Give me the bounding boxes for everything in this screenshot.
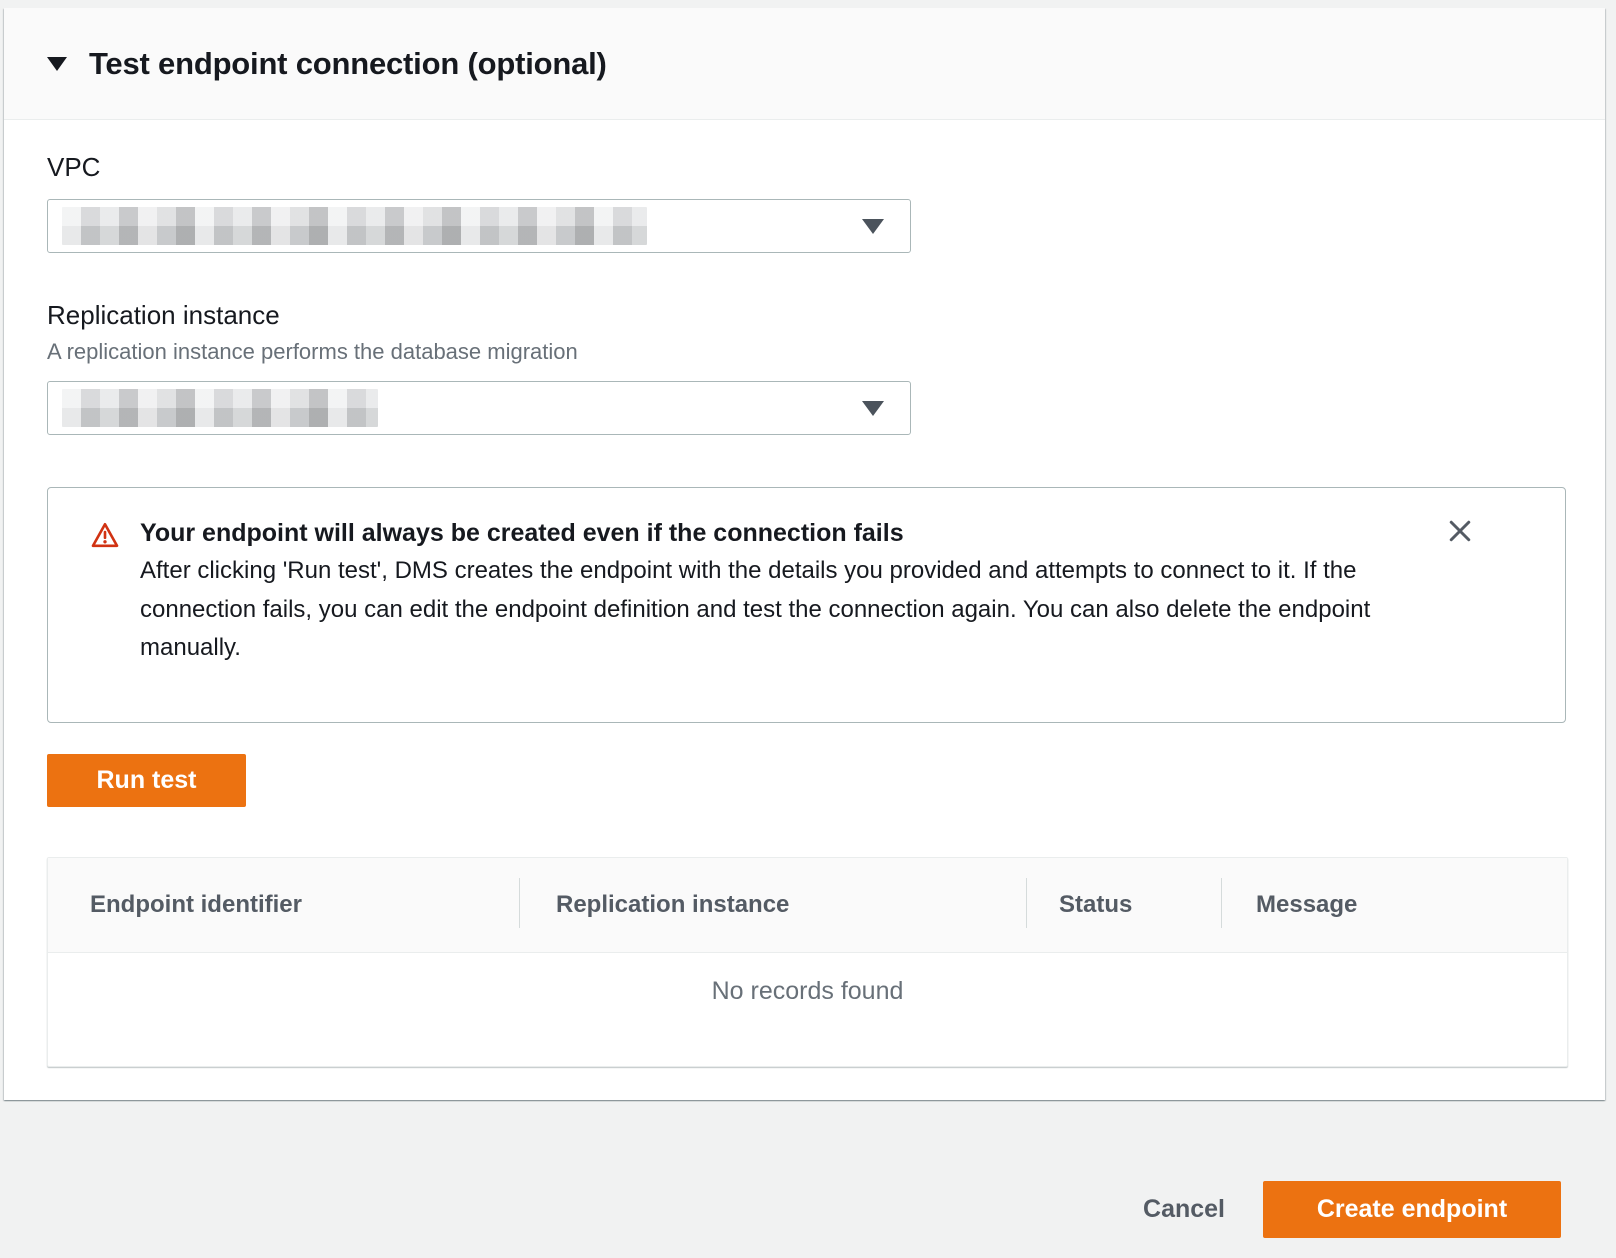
vpc-label: VPC: [47, 152, 1562, 183]
run-test-button[interactable]: Run test: [47, 754, 246, 807]
alert-title: Your endpoint will always be created eve…: [140, 514, 1435, 552]
column-header-message: Message: [1221, 891, 1567, 919]
create-endpoint-button[interactable]: Create endpoint: [1263, 1181, 1561, 1238]
replication-instance-label: Replication instance: [47, 300, 1562, 331]
chevron-down-icon: [862, 401, 884, 416]
collapse-triangle-icon: [47, 57, 67, 71]
alert-text: Your endpoint will always be created eve…: [140, 514, 1435, 692]
column-header-endpoint-identifier: Endpoint identifier: [48, 891, 519, 919]
column-header-replication-instance: Replication instance: [519, 891, 1026, 919]
vpc-selected-value-redacted: [62, 207, 647, 245]
cancel-button[interactable]: Cancel: [1143, 1195, 1225, 1224]
table-header-row: Endpoint identifier Replication instance…: [48, 858, 1567, 953]
test-results-table: Endpoint identifier Replication instance…: [47, 857, 1568, 1067]
warning-triangle-icon: [90, 520, 120, 692]
form-footer: Cancel Create endpoint: [0, 1181, 1616, 1238]
vpc-select[interactable]: [47, 199, 911, 253]
section-title: Test endpoint connection (optional): [89, 46, 607, 82]
close-icon[interactable]: [1445, 516, 1475, 546]
section-body: VPC Replication instance A replication i…: [4, 152, 1605, 1067]
alert-body: After clicking 'Run test', DMS creates t…: [140, 552, 1435, 668]
warning-alert: Your endpoint will always be created eve…: [47, 487, 1566, 723]
table-empty-state: No records found: [48, 953, 1567, 1066]
replication-instance-select[interactable]: [47, 381, 911, 435]
test-endpoint-connection-card: Test endpoint connection (optional) VPC …: [4, 8, 1605, 1100]
replication-instance-selected-value-redacted: [62, 389, 378, 427]
section-header[interactable]: Test endpoint connection (optional): [4, 8, 1605, 120]
replication-instance-description: A replication instance performs the data…: [47, 339, 1562, 365]
chevron-down-icon: [862, 219, 884, 234]
column-header-status: Status: [1026, 891, 1221, 919]
